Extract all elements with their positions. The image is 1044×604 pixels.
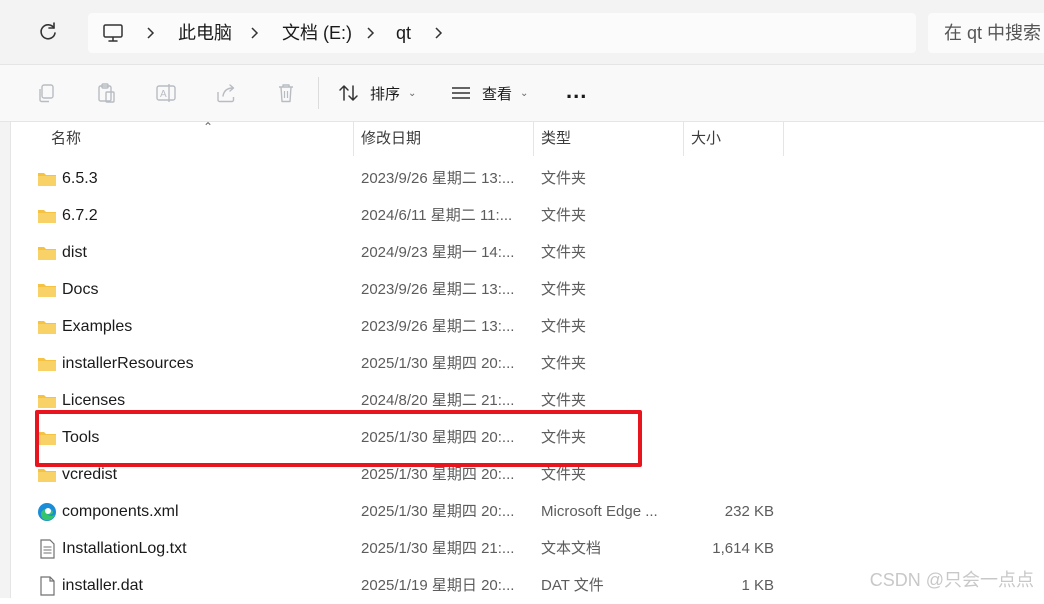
file-name: 6.5.3 [62, 170, 98, 187]
column-divider[interactable] [533, 122, 534, 156]
file-row[interactable]: Examples 2023/9/26 星期二 13:... 文件夹 [11, 308, 1044, 345]
column-divider[interactable] [783, 122, 784, 156]
file-size: 1,614 KB [712, 540, 774, 557]
navigation-pane-edge[interactable] [0, 122, 11, 598]
file-type: 文件夹 [541, 281, 587, 298]
search-input[interactable]: 在 qt 中搜索 [928, 13, 1044, 53]
rename-icon[interactable]: A [155, 82, 177, 104]
edge-icon [38, 503, 56, 521]
file-date: 2023/9/26 星期二 13:... [361, 281, 515, 298]
column-header-size[interactable]: 大小 [691, 122, 721, 156]
toolbar-divider [318, 77, 319, 109]
file-date: 2025/1/30 星期四 20:... [361, 355, 515, 372]
file-date: 2023/9/26 星期二 13:... [361, 318, 515, 335]
chevron-down-icon: ⌄ [520, 87, 529, 99]
chevron-right-icon[interactable] [432, 26, 446, 40]
delete-icon[interactable] [275, 82, 297, 104]
view-button[interactable]: 查看 ⌄ [450, 79, 528, 107]
chevron-right-icon[interactable] [364, 26, 378, 40]
column-divider[interactable] [683, 122, 684, 156]
folder-icon [38, 173, 56, 186]
watermark: CSDN @只会一点点 [869, 570, 1034, 590]
folder-icon [38, 284, 56, 297]
copy-icon[interactable] [35, 82, 57, 104]
file-name: Examples [62, 318, 133, 335]
file-name: Docs [62, 281, 99, 298]
file-date: 2025/1/19 星期日 20:... [361, 577, 515, 594]
text-file-icon [40, 539, 55, 559]
column-divider[interactable] [353, 122, 354, 156]
share-icon[interactable] [215, 82, 237, 104]
file-name: components.xml [62, 503, 179, 520]
sort-icon [339, 85, 358, 101]
file-date: 2024/6/11 星期二 11:... [361, 207, 513, 224]
file-date: 2023/9/26 星期二 13:... [361, 170, 515, 187]
file-name: installerResources [62, 355, 194, 372]
column-header-name[interactable]: 名称 [51, 122, 81, 156]
file-type: 文件夹 [541, 170, 587, 187]
column-header-row: 名称 ⌃ 修改日期 类型 大小 [11, 120, 1044, 156]
file-icon [40, 576, 55, 596]
folder-icon [38, 321, 56, 334]
file-name: InstallationLog.txt [62, 540, 187, 557]
file-size: 1 KB [741, 577, 774, 594]
file-date: 2024/9/23 星期一 14:... [361, 244, 515, 261]
sort-button[interactable]: 排序 ⌄ [338, 79, 416, 107]
file-type: Microsoft Edge ... [541, 503, 658, 520]
folder-icon [38, 247, 56, 260]
folder-icon [38, 210, 56, 223]
view-label: 查看 [482, 85, 513, 103]
file-date: 2025/1/30 星期四 20:... [361, 503, 515, 520]
file-row[interactable]: InstallationLog.txt 2025/1/30 星期四 21:...… [11, 530, 1044, 567]
search-placeholder: 在 qt 中搜索 [944, 23, 1042, 43]
file-type: DAT 文件 [541, 577, 604, 594]
file-date: 2025/1/30 星期四 21:... [361, 540, 515, 557]
file-type: 文件夹 [541, 207, 587, 224]
file-name: 6.7.2 [62, 207, 98, 224]
svg-text:A: A [160, 89, 167, 100]
file-type: 文本文档 [541, 540, 602, 557]
file-row[interactable]: Docs 2023/9/26 星期二 13:... 文件夹 [11, 271, 1044, 308]
breadcrumb-drive-e[interactable]: 文档 (E:) [282, 13, 352, 53]
file-type: 文件夹 [541, 244, 587, 261]
folder-icon [38, 395, 56, 408]
address-bar: 此电脑 文档 (E:) qt 在 qt 中搜索 [0, 0, 1044, 65]
file-row[interactable]: installerResources 2025/1/30 星期四 20:... … [11, 345, 1044, 382]
file-row[interactable]: components.xml 2025/1/30 星期四 20:... Micr… [11, 493, 1044, 530]
breadcrumb-this-pc[interactable]: 此电脑 [178, 13, 232, 53]
file-type: 文件夹 [541, 355, 587, 372]
file-name: dist [62, 244, 87, 261]
command-bar: A 排序 ⌄ 查看 ⌄ ... [0, 65, 1044, 122]
sort-ascending-icon: ⌃ [203, 120, 214, 134]
column-header-modified[interactable]: 修改日期 [361, 122, 421, 156]
view-icon [452, 87, 470, 99]
refresh-icon[interactable] [36, 20, 60, 44]
this-pc-icon[interactable] [102, 22, 124, 44]
sort-label: 排序 [370, 85, 401, 103]
column-header-type[interactable]: 类型 [541, 122, 571, 156]
highlight-annotation-box [35, 410, 642, 467]
file-row[interactable]: 6.5.3 2023/9/26 星期二 13:... 文件夹 [11, 160, 1044, 197]
folder-icon [38, 358, 56, 371]
breadcrumb[interactable]: 此电脑 文档 (E:) qt [88, 13, 916, 53]
file-row[interactable]: 6.7.2 2024/6/11 星期二 11:... 文件夹 [11, 197, 1044, 234]
file-size: 232 KB [724, 503, 774, 520]
breadcrumb-qt[interactable]: qt [396, 13, 411, 53]
paste-icon[interactable] [95, 82, 117, 104]
file-type: 文件夹 [541, 318, 587, 335]
chevron-right-icon[interactable] [144, 26, 158, 40]
chevron-right-icon[interactable] [248, 26, 262, 40]
file-row[interactable]: dist 2024/9/23 星期一 14:... 文件夹 [11, 234, 1044, 271]
file-name: installer.dat [62, 577, 143, 594]
chevron-down-icon: ⌄ [408, 87, 417, 99]
folder-icon [38, 469, 56, 482]
more-options-button[interactable]: ... [566, 79, 587, 103]
